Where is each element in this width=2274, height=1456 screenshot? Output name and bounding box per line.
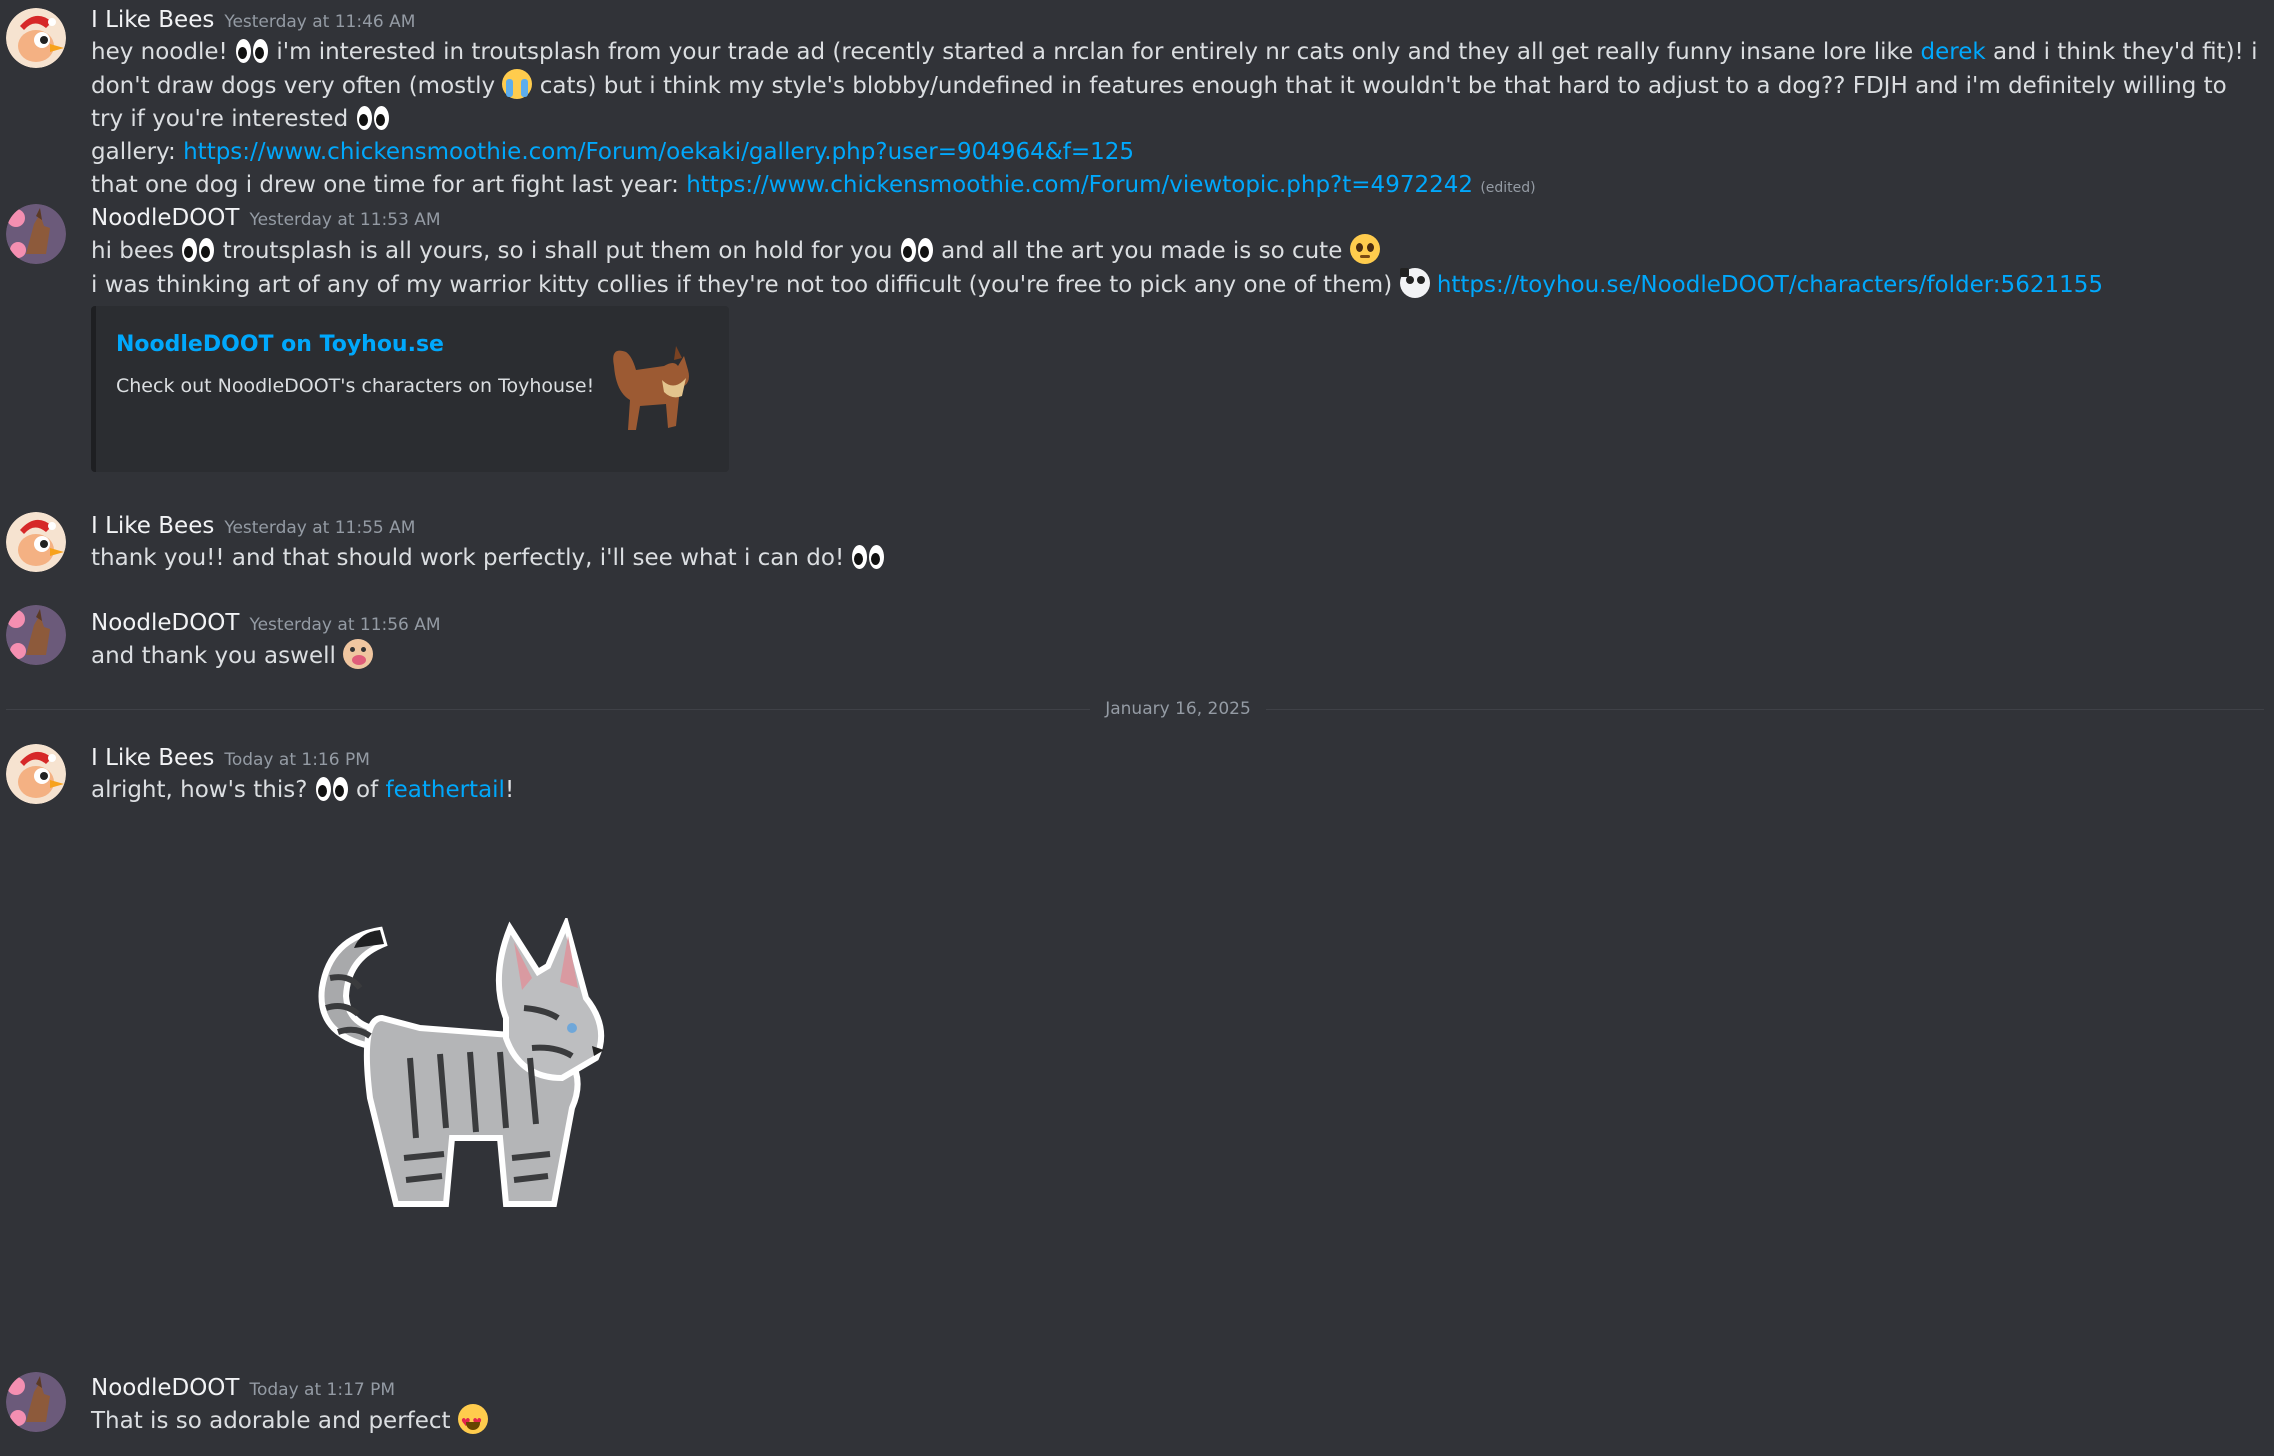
gallery-link[interactable]: https://www.chickensmoothie.com/Forum/oe… [183, 139, 1134, 165]
eyes-emoji-icon [851, 544, 885, 570]
date-divider-label: January 16, 2025 [1090, 697, 1266, 721]
timestamp[interactable]: Yesterday at 11:53 AM [249, 210, 440, 230]
timestamp[interactable]: Today at 1:17 PM [249, 1380, 395, 1400]
avatar-i-like-bees[interactable] [6, 8, 66, 68]
avatar-noodledoot[interactable] [6, 204, 66, 264]
text-segment: alright, how's this? [91, 777, 308, 803]
viewtopic-link[interactable]: https://www.chickensmoothie.com/Forum/vi… [686, 172, 1473, 198]
toyhouse-link[interactable]: https://toyhou.se/NoodleDOOT/characters/… [1437, 272, 2103, 298]
text-segment: troutsplash is all yours, so i shall put… [222, 238, 893, 264]
embed-description: Check out NoodleDOOT's characters on Toy… [116, 375, 595, 397]
timestamp[interactable]: Yesterday at 11:56 AM [249, 615, 440, 635]
text-segment: and all the art you made is so cute [941, 238, 1343, 264]
author-name[interactable]: I Like Bees [91, 513, 214, 539]
author-name[interactable]: I Like Bees [91, 745, 214, 771]
loudly-crying-emoji-icon [502, 69, 533, 99]
mention-link-feathertail[interactable]: feathertail [386, 777, 505, 803]
text-segment: ! [504, 777, 515, 803]
eyes-emoji-icon [356, 105, 390, 131]
avatar-noodledoot[interactable] [6, 1372, 66, 1432]
timestamp[interactable]: Yesterday at 11:55 AM [224, 518, 415, 538]
text-segment: That is so adorable and perfect [91, 1408, 451, 1434]
eyes-emoji-icon [235, 38, 269, 64]
message-text: hey noodle! i'm interested in troutsplas… [91, 36, 2260, 136]
pleading-face-emoji-icon [1349, 234, 1380, 264]
author-name[interactable]: NoodleDOOT [91, 205, 239, 231]
avatar-i-like-bees[interactable] [6, 744, 66, 804]
text-segment: i was thinking art of any of my warrior … [91, 272, 1393, 298]
text-segment: i'm interested in troutsplash from your … [276, 39, 1914, 65]
text-segment: gallery: [91, 139, 176, 165]
author-name[interactable]: NoodleDOOT [91, 610, 239, 636]
text-segment: thank you!! and that should work perfect… [91, 545, 845, 571]
timestamp[interactable]: Yesterday at 11:46 AM [224, 12, 415, 32]
link-embed: NoodleDOOT on Toyhou.se Check out Noodle… [91, 306, 729, 472]
smiling-face-with-hearts-emoji-icon [457, 1404, 488, 1439]
text-segment: hi bees [91, 238, 175, 264]
timestamp[interactable]: Today at 1:16 PM [224, 750, 370, 770]
eyes-emoji-icon [181, 237, 215, 263]
edited-tag: (edited) [1480, 180, 1536, 196]
eyes-emoji-icon [900, 237, 934, 263]
embed-thumbnail-image[interactable] [602, 326, 694, 446]
cat-emote-icon [1399, 268, 1430, 298]
image-attachment[interactable] [300, 918, 630, 1218]
eyes-emoji-icon [315, 776, 349, 802]
mention-link-derek[interactable]: derek [1921, 39, 1986, 65]
text-segment: of [356, 777, 379, 803]
hug-emote-icon [343, 639, 374, 669]
text-segment: hey noodle! [91, 39, 228, 65]
avatar-i-like-bees[interactable] [6, 512, 66, 572]
text-segment: (mostly [408, 73, 496, 99]
avatar-noodledoot[interactable] [6, 605, 66, 665]
author-name[interactable]: I Like Bees [91, 7, 214, 33]
author-name[interactable]: NoodleDOOT [91, 1375, 239, 1401]
text-segment: that one dog i drew one time for art fig… [91, 172, 679, 198]
text-segment: and thank you aswell [91, 643, 336, 669]
embed-title-link[interactable]: NoodleDOOT on Toyhou.se [116, 328, 444, 361]
